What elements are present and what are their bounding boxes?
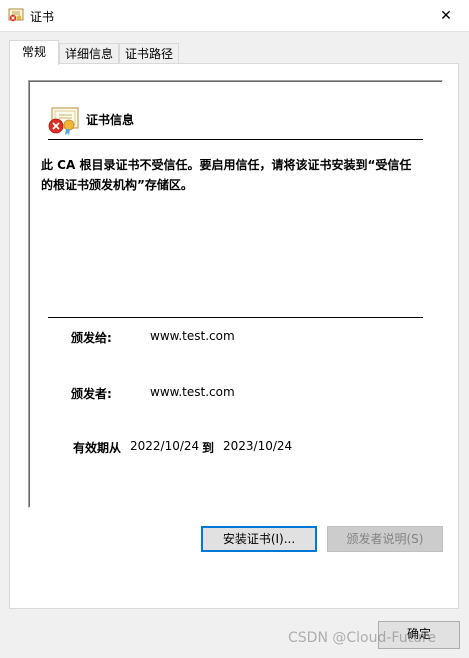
title-bar: 证书 ✕ [0,0,469,32]
tab-details[interactable]: 详细信息 [59,43,119,64]
certificate-info-box: 证书信息 此 CA 根目录证书不受信任。要启用信任，请将该证书安装到“受信任的根… [28,80,443,508]
issued-by-value: www.test.com [150,385,235,399]
window-title: 证书 [30,10,55,24]
untrusted-warning-text: 此 CA 根目录证书不受信任。要启用信任，请将该证书安装到“受信任的根证书颁发机… [41,158,412,192]
valid-to-value: 2023/10/24 [223,439,293,453]
certificate-untrusted-icon [48,107,79,136]
issued-by-label: 颁发者: [71,387,112,401]
tab-certification-path[interactable]: 证书路径 [119,43,179,64]
valid-to-label: 到 [202,441,215,455]
close-icon: ✕ [440,7,452,24]
ok-button[interactable]: 确定 [378,621,460,649]
install-certificate-button[interactable]: 安装证书(I)... [201,526,317,552]
tab-panel-general: 证书信息 此 CA 根目录证书不受信任。要启用信任，请将该证书安装到“受信任的根… [9,63,459,609]
close-button[interactable]: ✕ [423,0,469,31]
details-divider [48,317,423,318]
valid-from-value: 2022/10/24 [130,439,200,453]
certificate-error-icon [8,8,24,22]
certificate-info-heading: 证书信息 [86,113,135,127]
valid-from-label: 有效期从 [73,441,122,455]
issuer-statement-button[interactable]: 颁发者说明(S) [327,526,443,552]
issued-to-label: 颁发给: [71,331,112,345]
heading-divider [48,139,423,140]
issued-to-value: www.test.com [150,329,235,343]
tab-general[interactable]: 常规 [9,40,59,65]
